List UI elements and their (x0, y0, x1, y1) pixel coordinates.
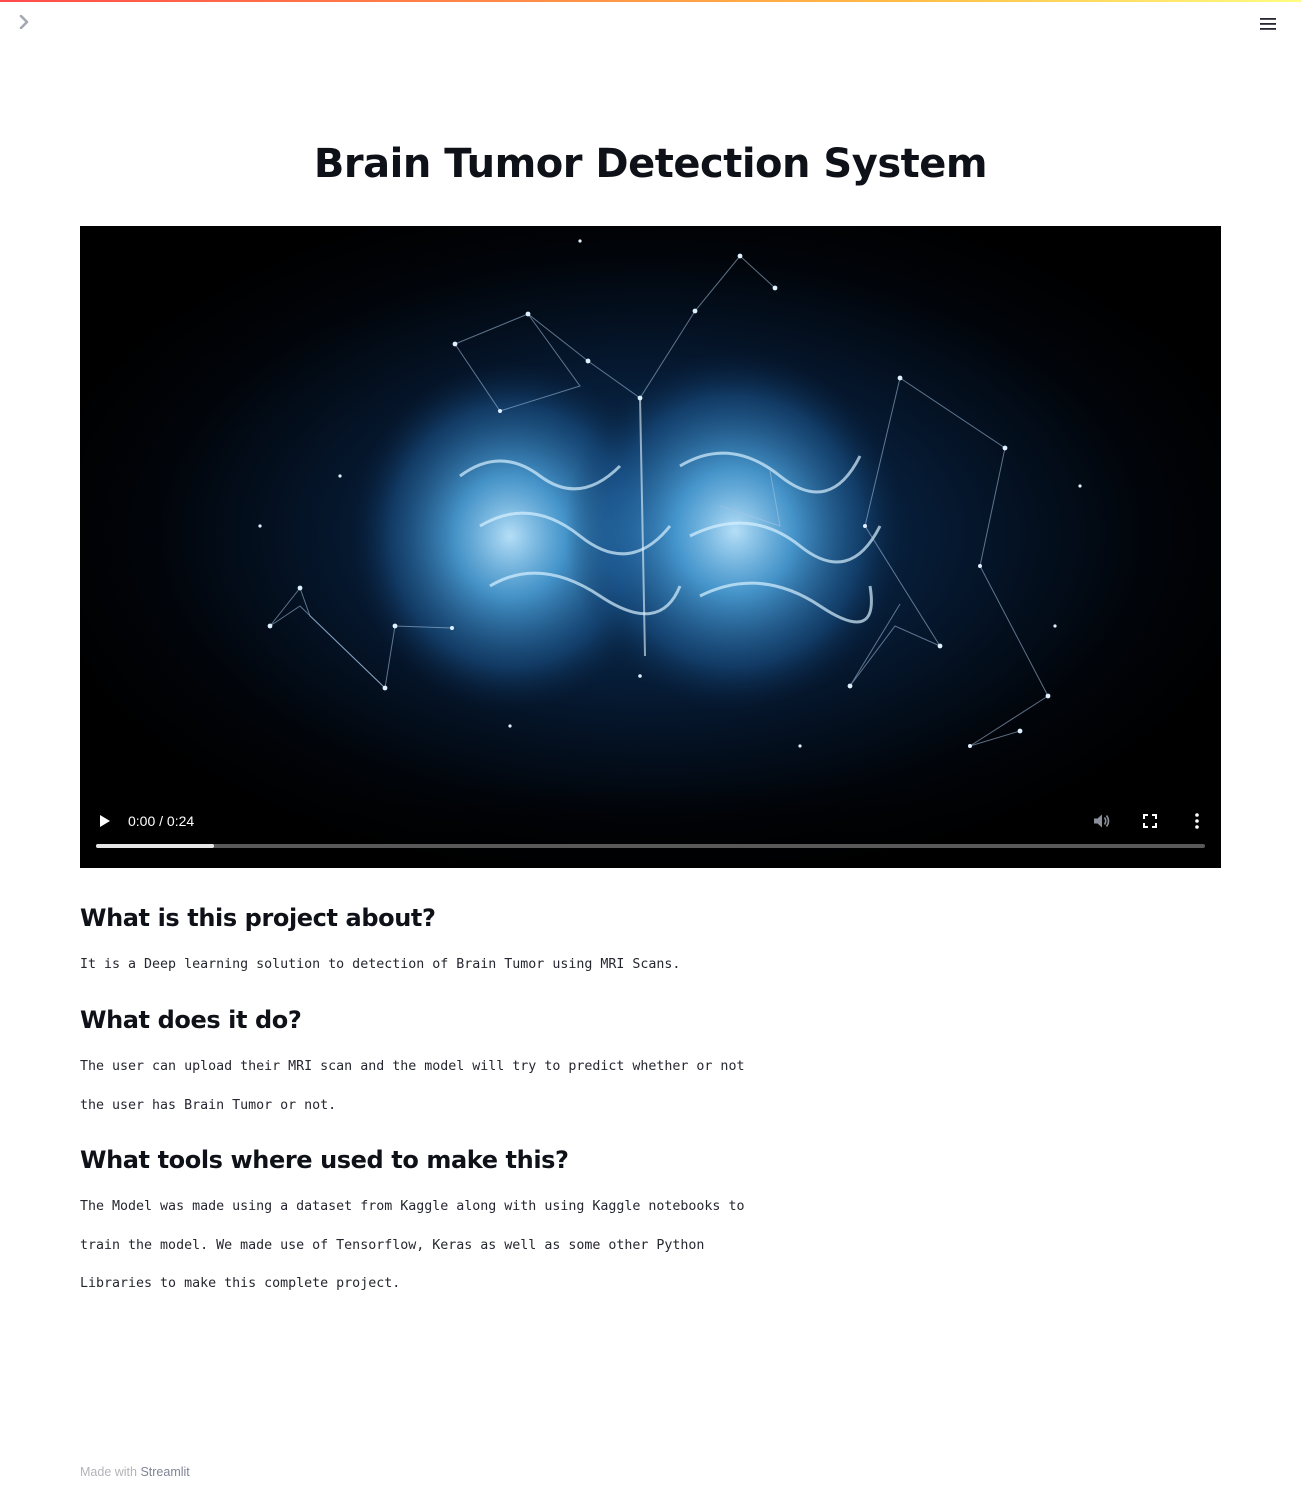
app-page: Brain Tumor Detection System 0:00 / 0:24… (0, 0, 1301, 1490)
footer: Made with Streamlit (80, 1465, 190, 1479)
main-menu-button[interactable] (1257, 13, 1279, 35)
brain-hemispheres (350, 351, 905, 711)
video-player[interactable]: 0:00 / 0:24 (80, 226, 1221, 868)
video-frame (80, 226, 1221, 868)
video-progress-fill (96, 844, 214, 848)
section-heading-function: What does it do? (80, 1006, 302, 1034)
more-options-button[interactable] (1185, 809, 1209, 833)
footer-prefix: Made with (80, 1465, 141, 1479)
section-body-about: It is a Deep learning solution to detect… (80, 957, 681, 972)
chevron-right-icon (19, 15, 29, 29)
more-vertical-icon (1195, 813, 1199, 829)
section-body-tools: The Model was made using a dataset from … (80, 1199, 745, 1291)
volume-icon (1094, 814, 1110, 828)
video-controls-overlay (80, 778, 1221, 868)
fullscreen-button[interactable] (1138, 809, 1162, 833)
hamburger-menu-icon (1260, 18, 1276, 30)
mute-button[interactable] (1090, 809, 1114, 833)
section-heading-tools: What tools where used to make this? (80, 1146, 569, 1174)
footer-streamlit-link[interactable]: Streamlit (140, 1465, 189, 1479)
fullscreen-icon (1143, 814, 1157, 828)
sidebar-toggle-button[interactable] (14, 12, 34, 32)
section-body-function: The user can upload their MRI scan and t… (80, 1059, 745, 1113)
section-heading-about: What is this project about? (80, 904, 436, 932)
play-button[interactable] (94, 810, 116, 832)
page-title: Brain Tumor Detection System (313, 141, 988, 187)
video-time: 0:00 / 0:24 (128, 813, 195, 829)
play-icon (100, 815, 110, 827)
top-color-bar (0, 0, 1301, 2)
video-progress-bar[interactable] (96, 844, 1205, 848)
